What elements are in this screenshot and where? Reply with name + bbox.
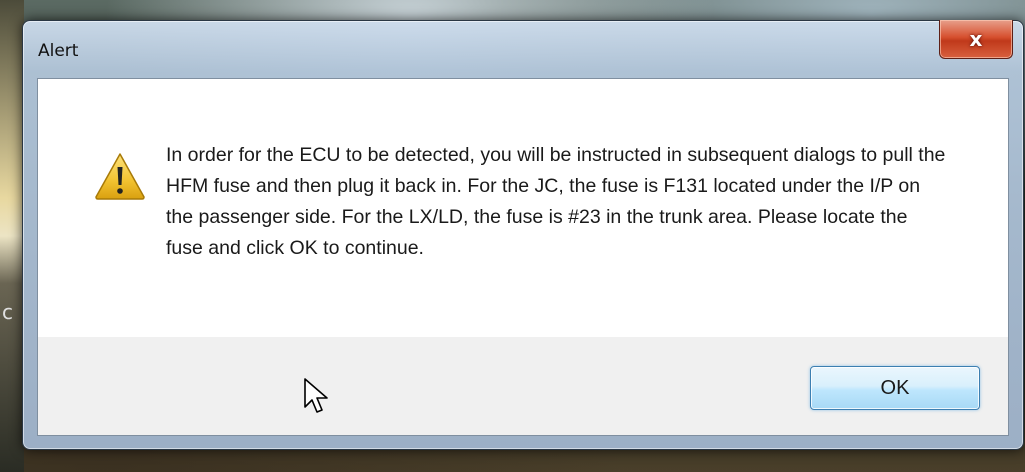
warning-icon — [95, 153, 145, 200]
alert-dialog: Alert x In order for the ECU to be detec… — [22, 20, 1024, 450]
close-button[interactable]: x — [939, 20, 1013, 59]
desktop-background: c — [0, 0, 24, 472]
desktop-partial-text: c — [2, 300, 13, 324]
dialog-content: In order for the ECU to be detected, you… — [37, 78, 1009, 436]
ok-button[interactable]: OK — [810, 366, 980, 410]
dialog-title: Alert — [38, 41, 79, 61]
mouse-cursor-icon — [304, 378, 328, 413]
message-text: In order for the ECU to be detected, you… — [166, 144, 946, 259]
close-icon: x — [969, 27, 983, 51]
message-area: In order for the ECU to be detected, you… — [38, 79, 1008, 337]
